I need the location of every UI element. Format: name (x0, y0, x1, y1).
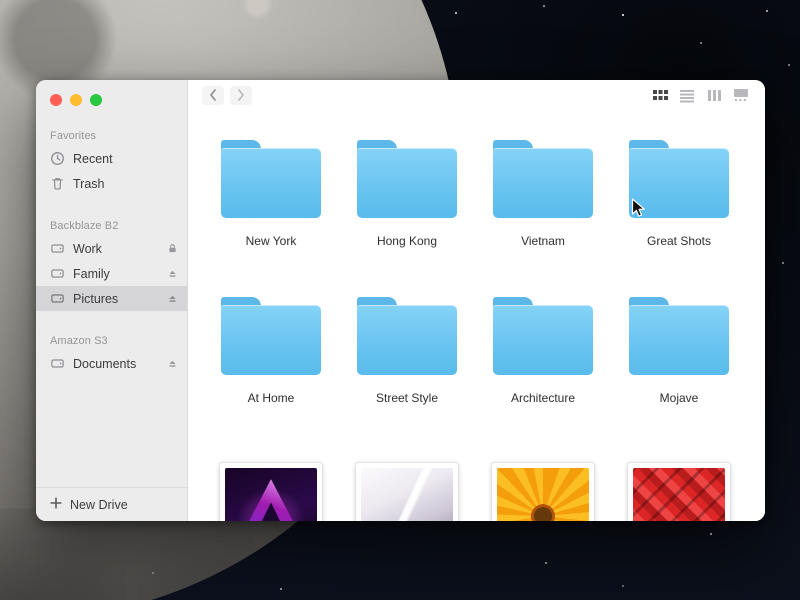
toolbar (188, 80, 765, 110)
sidebar-item-label: Family (73, 267, 110, 281)
folder-item[interactable]: Street Style (339, 297, 475, 407)
sidebar-item-family[interactable]: Family (36, 261, 187, 286)
lock-icon (167, 243, 178, 254)
icon-view-button[interactable] (650, 87, 670, 103)
image-frame (219, 462, 323, 521)
folder-icon (493, 297, 593, 375)
sidebar-item-documents[interactable]: Documents (36, 351, 187, 376)
image-frame (627, 462, 731, 521)
back-button[interactable] (202, 86, 224, 105)
sidebar-section-backblaze: Backblaze B2 (36, 220, 187, 232)
drive-icon (50, 266, 65, 281)
chevron-left-icon (209, 89, 217, 101)
zoom-button[interactable] (90, 94, 102, 106)
folder-label: New York (246, 234, 297, 248)
folder-label: Mojave (660, 391, 699, 405)
image-item[interactable] (203, 454, 339, 521)
folder-icon (221, 297, 321, 375)
forward-button[interactable] (230, 86, 252, 105)
close-button[interactable] (50, 94, 62, 106)
drive-icon (50, 291, 65, 306)
folder-label: At Home (248, 391, 295, 405)
sidebar-item-label: Documents (73, 357, 136, 371)
new-drive-label: New Drive (70, 498, 128, 512)
folder-label: Vietnam (521, 234, 565, 248)
yellow-flower-image (497, 468, 589, 521)
sidebar-item-label: Pictures (73, 292, 118, 306)
mouse-cursor-icon (631, 198, 646, 219)
chevron-right-icon (237, 89, 245, 101)
folder-icon (221, 140, 321, 218)
stars-background (0, 0, 2, 2)
folder-icon (493, 140, 593, 218)
folder-icon (629, 297, 729, 375)
white-abstract-paper-image (361, 468, 453, 521)
folder-item[interactable]: Great Shots (611, 140, 747, 250)
drive-icon (50, 241, 65, 256)
image-frame (491, 462, 595, 521)
eject-icon[interactable] (167, 293, 178, 304)
folder-label: Street Style (376, 391, 438, 405)
folder-item[interactable]: Architecture (475, 297, 611, 407)
file-manager-window: Favorites Recent Trash Backblaze B2 Work (36, 80, 765, 521)
sidebar-section-favorites: Favorites (36, 130, 187, 142)
folder-item[interactable]: At Home (203, 297, 339, 407)
view-mode-switcher (650, 87, 751, 103)
sidebar-item-label: Recent (73, 152, 113, 166)
sidebar-section-amazon: Amazon S3 (36, 335, 187, 347)
purple-neon-triangle-image (225, 468, 317, 521)
sidebar-item-label: Work (73, 242, 102, 256)
folder-icon (357, 297, 457, 375)
folder-icon (357, 140, 457, 218)
sidebar-item-trash[interactable]: Trash (36, 171, 187, 196)
new-drive-button[interactable]: New Drive (36, 487, 187, 521)
eject-icon[interactable] (167, 268, 178, 279)
sidebar-item-pictures[interactable]: Pictures (36, 286, 187, 311)
traffic-lights (36, 80, 187, 106)
folder-item[interactable]: Vietnam (475, 140, 611, 250)
plus-icon (50, 497, 62, 512)
sidebar-item-work[interactable]: Work (36, 236, 187, 261)
eject-icon[interactable] (167, 358, 178, 369)
clock-icon (50, 151, 65, 166)
nav-buttons (202, 86, 252, 105)
image-item[interactable] (475, 454, 611, 521)
image-item[interactable] (339, 454, 475, 521)
sidebar-item-label: Trash (73, 177, 105, 191)
folder-item[interactable]: Mojave (611, 297, 747, 407)
list-view-button[interactable] (677, 87, 697, 103)
folder-item[interactable]: New York (203, 140, 339, 250)
main-content: New York Hong Kong Vietnam Great Shots A… (188, 80, 765, 521)
image-item[interactable] (611, 454, 747, 521)
image-frame (355, 462, 459, 521)
drive-icon (50, 356, 65, 371)
sidebar: Favorites Recent Trash Backblaze B2 Work (36, 80, 188, 521)
gallery-view-button[interactable] (731, 87, 751, 103)
file-grid: New York Hong Kong Vietnam Great Shots A… (188, 110, 765, 521)
folder-item[interactable]: Hong Kong (339, 140, 475, 250)
minimize-button[interactable] (70, 94, 82, 106)
sidebar-item-recent[interactable]: Recent (36, 146, 187, 171)
trash-icon (50, 176, 65, 191)
folder-label: Architecture (511, 391, 575, 405)
red-cubes-image (633, 468, 725, 521)
folder-label: Great Shots (647, 234, 711, 248)
column-view-button[interactable] (704, 87, 724, 103)
folder-label: Hong Kong (377, 234, 437, 248)
